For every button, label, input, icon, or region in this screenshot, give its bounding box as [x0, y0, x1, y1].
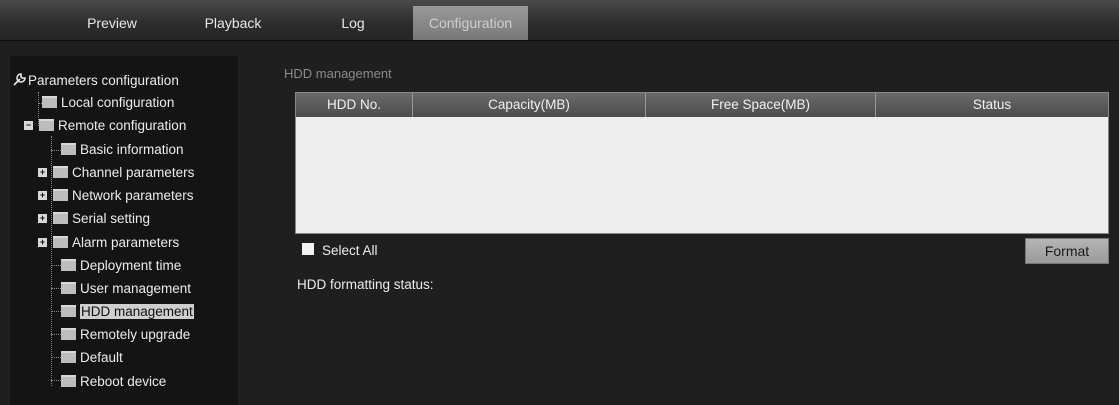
tree-label: Basic information [80, 142, 184, 157]
tree-item-remotely-upgrade[interactable]: Remotely upgrade [61, 324, 190, 346]
tree-item-basic-information[interactable]: Basic information [61, 139, 184, 161]
collapse-icon[interactable]: − [24, 120, 33, 130]
folder-icon [42, 96, 57, 109]
expand-icon[interactable]: + [38, 190, 47, 200]
tree-item-serial-setting[interactable]: + Serial setting [38, 208, 150, 230]
tree-item-deployment-time[interactable]: Deployment time [61, 255, 181, 277]
tree-item-default[interactable]: Default [61, 347, 123, 369]
settings-tool-icon [12, 72, 26, 87]
folder-icon [61, 351, 76, 364]
expand-icon[interactable]: + [38, 213, 47, 223]
tree-item-user-management[interactable]: User management [61, 278, 191, 300]
folder-icon [53, 212, 68, 225]
folder-icon [61, 143, 76, 156]
select-all-control[interactable]: Select All [302, 243, 378, 258]
column-header-capacity: Capacity(MB) [413, 93, 646, 117]
expand-icon[interactable]: + [38, 167, 47, 177]
tree-item-alarm-parameters[interactable]: + Alarm parameters [38, 232, 179, 254]
folder-icon [61, 328, 76, 341]
page-title: HDD management [284, 66, 392, 81]
tree-item-remote-configuration[interactable]: − Remote configuration [24, 115, 186, 137]
tree-label: Remotely upgrade [80, 327, 191, 342]
hdd-formatting-status-label: HDD formatting status: [297, 277, 434, 292]
tree-item-channel-parameters[interactable]: + Channel parameters [38, 162, 194, 184]
tree-label: Deployment time [80, 258, 182, 273]
table-body [296, 117, 1108, 233]
tree-label: Local configuration [61, 95, 175, 110]
tree-label: Alarm parameters [72, 235, 180, 250]
tree-label: Network parameters [72, 188, 194, 203]
folder-icon [61, 305, 76, 318]
table-header: HDD No. Capacity(MB) Free Space(MB) Stat… [296, 93, 1108, 117]
tab-playback[interactable]: Playback [188, 6, 278, 40]
tree-label: User management [80, 281, 192, 296]
top-nav-bar: Preview Playback Log Configuration [0, 0, 1119, 41]
select-all-label: Select All [322, 243, 378, 258]
tree-item-network-parameters[interactable]: + Network parameters [38, 185, 194, 207]
folder-icon [53, 166, 68, 179]
column-header-free-space: Free Space(MB) [646, 93, 876, 117]
tab-configuration[interactable]: Configuration [413, 6, 528, 40]
tab-log[interactable]: Log [313, 6, 393, 40]
tree-item-hdd-management[interactable]: HDD management [61, 301, 194, 323]
folder-icon [39, 119, 54, 132]
tree-label: Reboot device [80, 374, 167, 389]
hdd-table: HDD No. Capacity(MB) Free Space(MB) Stat… [295, 92, 1109, 234]
tree-label: Parameters configuration [28, 73, 179, 88]
column-header-status: Status [972, 97, 1012, 112]
folder-icon [61, 375, 76, 388]
column-header-hdd-no: HDD No. [296, 93, 413, 117]
select-all-checkbox[interactable] [302, 243, 314, 256]
folder-icon [61, 259, 76, 272]
tree-item-reboot-device[interactable]: Reboot device [61, 371, 166, 393]
tree-label: Channel parameters [72, 165, 195, 180]
tree-item-local-configuration[interactable]: Local configuration [42, 92, 174, 114]
folder-icon [53, 189, 68, 202]
tab-preview[interactable]: Preview [62, 6, 162, 40]
format-button[interactable]: Format [1025, 238, 1109, 264]
tree-label: Default [80, 350, 123, 365]
tree-label: Remote configuration [58, 118, 187, 133]
folder-icon [53, 236, 68, 249]
tree-root-parameters-configuration[interactable]: Parameters configuration [12, 70, 179, 92]
tree-label: HDD management [80, 304, 194, 319]
folder-icon [61, 282, 76, 295]
expand-icon[interactable]: + [38, 237, 47, 247]
tree-label: Serial setting [72, 211, 151, 226]
